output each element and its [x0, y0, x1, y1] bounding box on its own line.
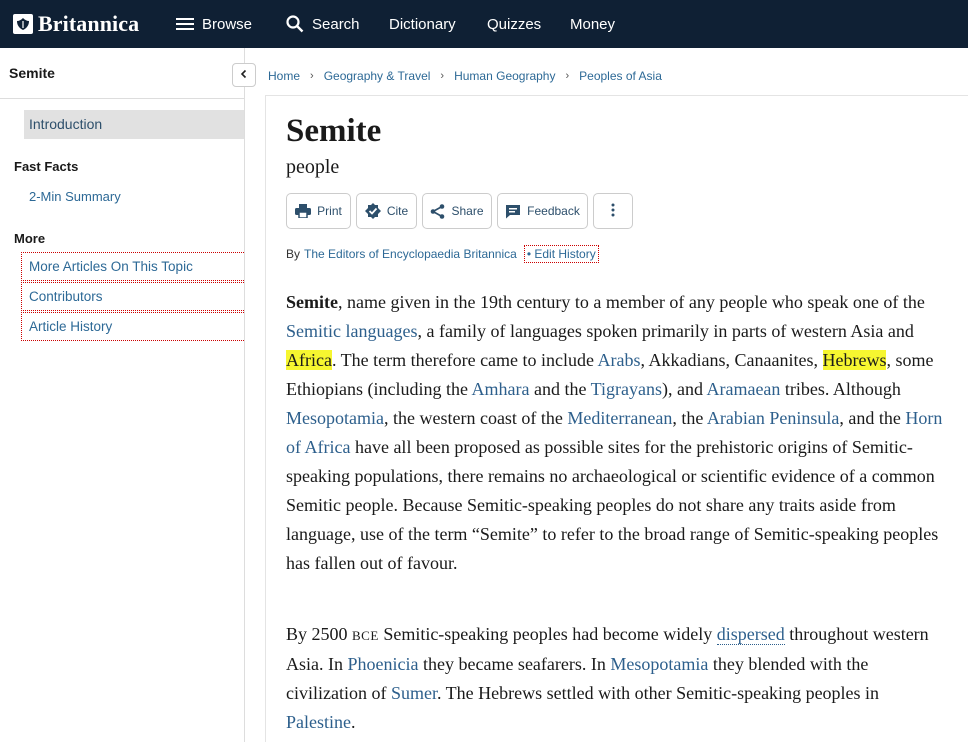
cite-button[interactable]: Cite — [356, 193, 417, 229]
sidebar-heading-fast-facts: Fast Facts — [14, 159, 79, 174]
content-border — [265, 95, 266, 742]
sidebar-item-introduction[interactable]: Introduction — [24, 110, 244, 139]
breadcrumb-peoples-of-asia[interactable]: Peoples of Asia — [579, 69, 662, 83]
link-amhara[interactable]: Amhara — [471, 379, 529, 399]
article-title: Semite — [286, 113, 382, 149]
more-vertical-icon — [611, 203, 615, 220]
more-options-button[interactable] — [593, 193, 633, 229]
sidebar-title: Semite — [9, 65, 55, 81]
logo-text: Britannica — [38, 11, 140, 36]
article-byline: By The Editors of Encyclopaedia Britanni… — [286, 245, 599, 263]
text-run: . The Hebrews settled with other Semitic… — [436, 683, 880, 703]
text-run: , name given in the 19th century to a me… — [337, 292, 925, 312]
text-run: Semitic-speaking peoples had become wide… — [378, 624, 717, 644]
article-paragraph-1: Semite, name given in the 19th century t… — [286, 288, 952, 578]
menu-icon — [176, 17, 194, 31]
sidebar-item-2-min-summary[interactable]: 2-Min Summary — [29, 189, 121, 204]
sidebar-item-contributors[interactable]: Contributors — [21, 282, 244, 311]
breadcrumb-divider — [266, 95, 968, 96]
article-subtitle: people — [286, 156, 340, 178]
cite-badge-icon — [364, 203, 381, 219]
link-semitic-languages[interactable]: Semitic languages — [286, 321, 417, 341]
printer-icon — [295, 204, 312, 218]
share-icon — [430, 203, 445, 219]
text-run: and the — [529, 379, 591, 399]
era-label: BCE — [352, 628, 379, 643]
cite-label: Cite — [386, 204, 409, 218]
text-run: ), and — [661, 379, 707, 399]
author-link[interactable]: The Editors of Encyclopaedia Britannica — [304, 247, 517, 261]
top-navigation-bar: Britannica Browse Search Dictionary Quiz… — [0, 0, 968, 48]
feedback-label: Feedback — [527, 204, 580, 218]
search-icon — [286, 15, 304, 33]
text-run: , Akkadians, Canaanites, — [640, 350, 823, 370]
feedback-icon — [505, 204, 521, 219]
sidebar-item-article-history[interactable]: Article History — [21, 312, 244, 341]
share-button[interactable]: Share — [422, 193, 492, 229]
browse-button[interactable]: Browse — [176, 14, 252, 34]
breadcrumb-geography-travel[interactable]: Geography & Travel — [324, 69, 431, 83]
byline-prefix: By — [286, 247, 301, 261]
text-run: , a family of languages spoken primarily… — [417, 321, 914, 341]
chevron-left-icon — [239, 66, 249, 84]
sidebar-collapse-button[interactable] — [232, 63, 256, 87]
dictionary-link[interactable]: Dictionary — [389, 14, 456, 34]
link-tigrayans[interactable]: Tigrayans — [591, 379, 662, 399]
quizzes-link[interactable]: Quizzes — [487, 14, 541, 34]
sidebar-heading-more: More — [14, 231, 46, 246]
text-run: they became seafarers. In — [418, 654, 611, 674]
article-sidebar: Semite Introduction Fast Facts 2-Min Sum… — [0, 48, 245, 742]
money-link[interactable]: Money — [570, 14, 615, 34]
definition-dispersed[interactable]: dispersed — [716, 624, 785, 645]
text-run: . — [351, 712, 356, 732]
highlight-africa: Africa — [286, 350, 332, 370]
text-run: , the — [672, 408, 707, 428]
link-mesopotamia-2[interactable]: Mesopotamia — [610, 654, 708, 674]
link-sumer[interactable]: Sumer — [391, 683, 437, 703]
search-button[interactable]: Search — [286, 14, 360, 34]
link-phoenicia[interactable]: Phoenicia — [348, 654, 419, 674]
link-aramaean[interactable]: Aramaean — [706, 379, 780, 399]
link-palestine[interactable]: Palestine — [286, 712, 351, 732]
sidebar-item-more-articles[interactable]: More Articles On This Topic — [21, 252, 244, 281]
breadcrumb-human-geography[interactable]: Human Geography — [454, 69, 555, 83]
breadcrumb-home[interactable]: Home — [268, 69, 300, 83]
article-paragraph-2: By 2500 BCE Semitic-speaking peoples had… — [286, 620, 952, 737]
edit-history-link[interactable]: • Edit History — [523, 245, 599, 263]
chevron-right-icon: › — [440, 70, 445, 82]
breadcrumb: Home › Geography & Travel › Human Geogra… — [268, 69, 662, 83]
text-run: , the western coast of the — [383, 408, 568, 428]
link-mediterranean[interactable]: Mediterranean — [567, 408, 672, 428]
link-arabian-peninsula[interactable]: Arabian Peninsula — [707, 408, 839, 428]
text-run: . The term therefore came to include — [331, 350, 598, 370]
print-label: Print — [317, 204, 342, 218]
print-button[interactable]: Print — [286, 193, 351, 229]
britannica-logo[interactable]: Britannica — [13, 11, 139, 37]
search-label: Search — [312, 15, 360, 33]
text-run: , and the — [839, 408, 906, 428]
text-run: tribes. Although — [780, 379, 901, 399]
text-run: have all been proposed as possible sites… — [286, 437, 939, 573]
text-run: By 2500 — [286, 624, 353, 644]
britannica-logo-icon — [13, 14, 33, 34]
share-label: Share — [451, 204, 484, 218]
sidebar-divider — [0, 98, 244, 99]
chevron-right-icon: › — [565, 70, 570, 82]
link-mesopotamia[interactable]: Mesopotamia — [286, 408, 384, 428]
chevron-right-icon: › — [310, 70, 314, 82]
feedback-button[interactable]: Feedback — [497, 193, 588, 229]
browse-label: Browse — [202, 15, 253, 33]
term-semite: Semite — [286, 292, 338, 312]
link-arabs[interactable]: Arabs — [598, 350, 641, 370]
highlight-hebrews: Hebrews — [822, 350, 887, 370]
